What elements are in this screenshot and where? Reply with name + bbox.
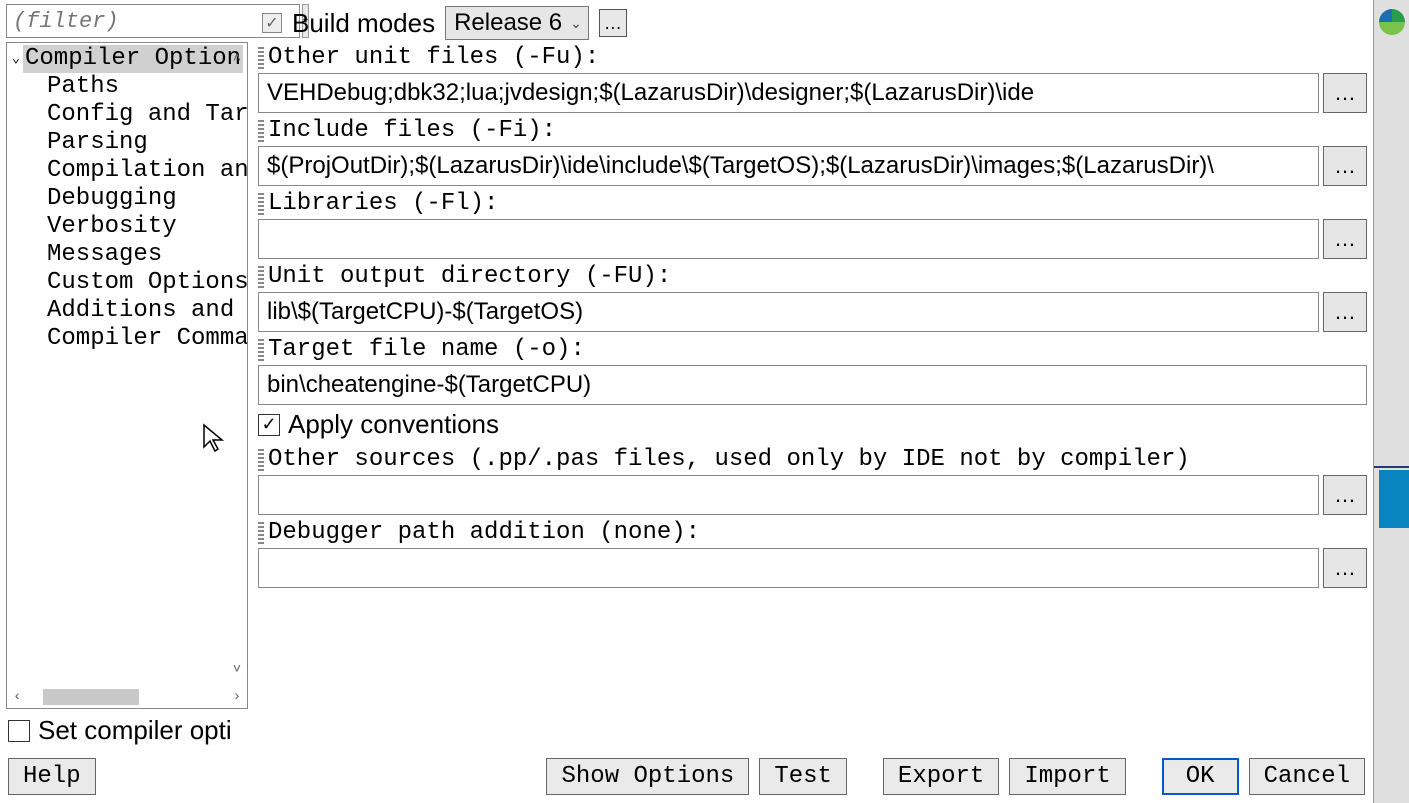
build-modes-row: ✓ Build modes Release 6 ⌄ … [258,0,1367,44]
export-button[interactable]: Export [883,758,999,795]
set-compiler-options-row[interactable]: Set compiler opti [0,709,1373,752]
bottom-button-bar: Help Show Options Test Export Import OK … [0,752,1373,803]
field-debugger-path: Debugger path addition (none): … [258,519,1367,588]
show-options-button[interactable]: Show Options [546,758,749,795]
tree-item-compilation[interactable]: Compilation an [7,157,247,185]
build-mode-combo[interactable]: Release 6 ⌄ [445,6,589,40]
tree-vscroll-bottom[interactable]: ˅ [227,656,247,684]
tree-item-debugging[interactable]: Debugging [7,185,247,213]
debugger-path-input[interactable] [258,548,1319,588]
background-window-edge [1373,0,1409,803]
other-sources-label: Other sources (.pp/.pas files, used only… [268,446,1190,473]
app-logo-icon [1376,6,1408,38]
grip-icon[interactable] [258,339,264,361]
cancel-button[interactable]: Cancel [1249,758,1365,795]
libraries-browse-button[interactable]: … [1323,219,1367,259]
test-button[interactable]: Test [759,758,847,795]
field-libraries: Libraries (-Fl): … [258,190,1367,259]
ok-button[interactable]: OK [1162,758,1239,795]
import-button[interactable]: Import [1009,758,1125,795]
apply-conventions-label: Apply conventions [288,409,499,440]
unit-output-dir-input[interactable] [258,292,1319,332]
field-other-sources: Other sources (.pp/.pas files, used only… [258,446,1367,515]
other-unit-files-browse-button[interactable]: … [1323,73,1367,113]
field-target-file-name: Target file name (-o): [258,336,1367,405]
debugger-path-label: Debugger path addition (none): [268,519,700,546]
collapse-icon[interactable]: ⌄ [9,45,23,73]
include-files-browse-button[interactable]: … [1323,146,1367,186]
tree-item-custom-options[interactable]: Custom Options [7,269,247,297]
tree-content: ⌄ Compiler Option Paths Config and Tar P… [7,43,247,355]
tree-root-compiler-option[interactable]: ⌄ Compiler Option [7,45,247,73]
other-unit-files-input[interactable] [258,73,1319,113]
grip-icon[interactable] [258,47,264,69]
top-area: ▾ ⌄ Compiler Option Paths Config and Tar… [0,0,1373,709]
build-modes-label: Build modes [292,8,435,39]
grip-icon[interactable] [258,522,264,544]
grip-icon[interactable] [258,193,264,215]
divider [1374,466,1409,468]
right-panel: ✓ Build modes Release 6 ⌄ … Other unit f… [252,0,1373,709]
tree-root-label: Compiler Option [23,45,243,73]
left-panel: ▾ ⌄ Compiler Option Paths Config and Tar… [0,0,252,709]
tree-item-compiler-comma[interactable]: Compiler Comma [7,325,247,353]
build-modes-checkbox[interactable]: ✓ [262,13,282,33]
scroll-left-icon[interactable]: ‹ [13,683,21,709]
field-unit-output-dir: Unit output directory (-FU): … [258,263,1367,332]
unit-output-dir-browse-button[interactable]: … [1323,292,1367,332]
tree-item-config[interactable]: Config and Tar [7,101,247,129]
debugger-path-browse-button[interactable]: … [1323,548,1367,588]
field-include-files: Include files (-Fi): … [258,117,1367,186]
paths-fields: Other unit files (-Fu): … Include files … [258,44,1367,709]
tree-item-paths[interactable]: Paths [7,73,247,101]
help-button[interactable]: Help [8,758,96,795]
apply-conventions-row[interactable]: ✓ Apply conventions [258,409,1367,440]
apply-conventions-checkbox[interactable]: ✓ [258,414,280,436]
other-sources-browse-button[interactable]: … [1323,475,1367,515]
include-files-label: Include files (-Fi): [268,117,556,144]
compiler-options-dialog: ▾ ⌄ Compiler Option Paths Config and Tar… [0,0,1373,803]
grip-icon[interactable] [258,266,264,288]
background-accent [1379,470,1409,528]
scroll-up-icon[interactable]: ˄ [233,45,241,73]
build-modes-more-button[interactable]: … [599,9,627,37]
tree-item-messages[interactable]: Messages [7,241,247,269]
tree-item-parsing[interactable]: Parsing [7,129,247,157]
cursor-icon [202,423,226,453]
field-other-unit-files: Other unit files (-Fu): … [258,44,1367,113]
scroll-down-icon[interactable]: ˅ [233,656,241,684]
target-file-name-input[interactable] [258,365,1367,405]
unit-output-dir-label: Unit output directory (-FU): [268,263,671,290]
set-compiler-options-checkbox[interactable] [8,720,30,742]
filter-row: ▾ [0,0,252,42]
tree-item-verbosity[interactable]: Verbosity [7,213,247,241]
include-files-input[interactable] [258,146,1319,186]
tree-vscroll[interactable]: ˄ [227,45,247,85]
tree-hscroll[interactable]: ‹ › [7,686,247,708]
grip-icon[interactable] [258,449,264,471]
build-mode-selected: Release 6 [454,9,562,37]
hscroll-thumb[interactable] [43,689,139,705]
target-file-name-label: Target file name (-o): [268,336,585,363]
set-compiler-options-label: Set compiler opti [38,715,232,746]
libraries-input[interactable] [258,219,1319,259]
other-sources-input[interactable] [258,475,1319,515]
grip-icon[interactable] [258,120,264,142]
scroll-right-icon[interactable]: › [233,683,241,709]
other-unit-files-label: Other unit files (-Fu): [268,44,599,71]
tree-item-additions[interactable]: Additions and [7,297,247,325]
options-tree[interactable]: ⌄ Compiler Option Paths Config and Tar P… [6,42,248,709]
libraries-label: Libraries (-Fl): [268,190,498,217]
chevron-down-icon: ⌄ [570,15,582,32]
